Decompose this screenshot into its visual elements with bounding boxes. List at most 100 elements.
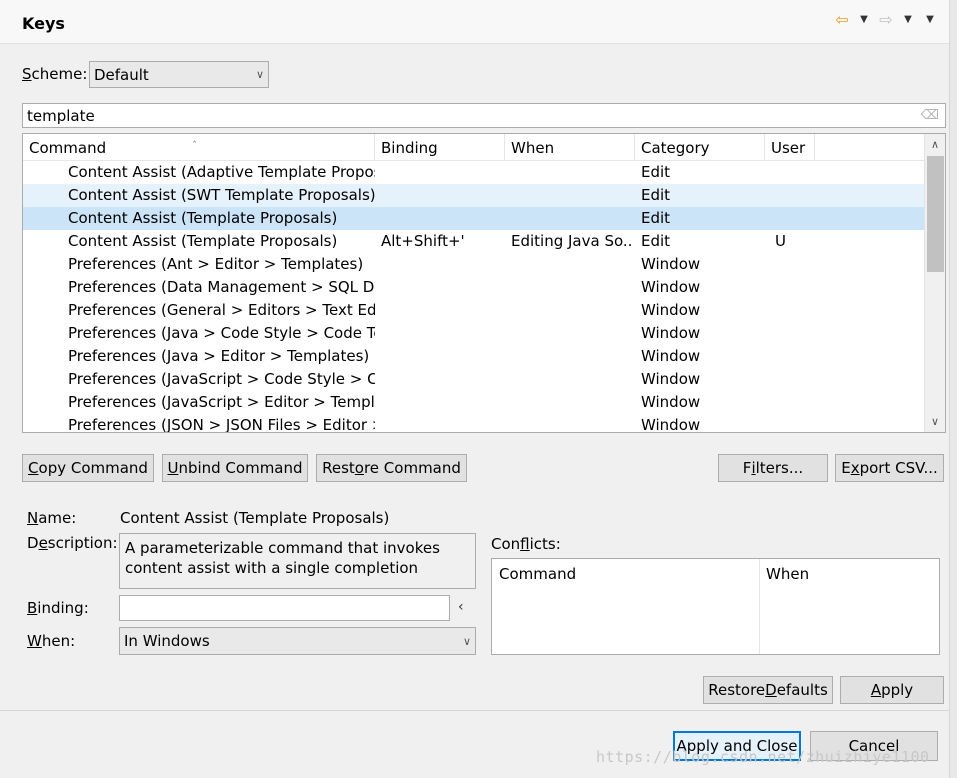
- cell-binding: [381, 299, 503, 322]
- cell-when: [511, 391, 633, 414]
- column-header-when[interactable]: When: [505, 134, 635, 161]
- sort-ascending-icon: ‸: [193, 133, 197, 143]
- cell-category: Edit: [641, 232, 671, 250]
- binding-label: Binding:: [27, 599, 89, 617]
- clear-filter-icon[interactable]: ⌫: [921, 108, 939, 123]
- forward-arrow-icon[interactable]: ⇨: [877, 10, 895, 29]
- table-vertical-scrollbar[interactable]: ∧ ∨: [924, 134, 945, 432]
- cell-user: [775, 345, 815, 368]
- cell-category: Window: [641, 278, 701, 296]
- restore-defaults-button[interactable]: Restore Defaults: [703, 676, 833, 704]
- cell-when: [511, 184, 633, 207]
- cell-when: [511, 345, 633, 368]
- cell-command: Preferences (Ant > Editor > Templates): [68, 255, 364, 273]
- cell-command: Content Assist (SWT Template Proposals): [68, 186, 375, 204]
- cell-command: Content Assist (Adaptive Template Propos…: [68, 163, 375, 181]
- cell-binding: [381, 345, 503, 368]
- cell-when: [511, 322, 633, 345]
- dialog-splitter[interactable]: [949, 0, 957, 778]
- column-header-binding[interactable]: Binding: [375, 134, 505, 161]
- back-history-chevron-down-icon[interactable]: ▼: [855, 14, 873, 25]
- column-header-command[interactable]: Command: [23, 134, 375, 161]
- cell-category: Edit: [641, 186, 671, 204]
- apply-button[interactable]: Apply: [840, 676, 944, 704]
- name-label: Name:: [27, 509, 77, 527]
- cell-category: Window: [641, 393, 701, 411]
- table-row[interactable]: Preferences (Java > Editor > Templates) W…: [23, 345, 925, 368]
- description-field: A parameterizable command that invokes c…: [119, 533, 476, 589]
- export-csv-button[interactable]: Ex port CSV...: [835, 454, 944, 482]
- cell-binding: [381, 161, 503, 184]
- scroll-down-chevron-icon[interactable]: ∨: [925, 415, 945, 428]
- cell-command: Preferences (Data Management > SQL Devel…: [68, 278, 375, 296]
- navigation-toolbar: ⇦ ▼ ⇨ ▼ ▼: [833, 10, 939, 29]
- cell-user: [775, 322, 815, 345]
- table-row[interactable]: Preferences (Ant > Editor > Templates) Wi…: [23, 253, 925, 276]
- table-row[interactable]: Content Assist (SWT Template Proposals) E…: [23, 184, 925, 207]
- column-header-user[interactable]: User: [765, 134, 815, 161]
- binding-input[interactable]: [119, 595, 450, 621]
- cell-binding: [381, 322, 503, 345]
- table-row[interactable]: Content Assist (Template Proposals) Alt+S…: [23, 230, 925, 253]
- cell-user: [775, 184, 815, 207]
- cell-binding: Alt+Shift+': [381, 232, 465, 250]
- filters-button[interactable]: Fi lters...: [718, 454, 828, 482]
- dialog-separator: [0, 710, 949, 711]
- scrollbar-thumb[interactable]: [927, 156, 944, 272]
- cell-category: Window: [641, 255, 701, 273]
- conflicts-column-command[interactable]: Command: [492, 559, 759, 589]
- cell-user: [775, 207, 815, 230]
- table-row[interactable]: Preferences (Java > Code Style > Code Te…: [23, 322, 925, 345]
- unbind-command-button[interactable]: Unbind Command: [162, 454, 308, 482]
- cell-user: [775, 276, 815, 299]
- cell-when: [511, 207, 633, 230]
- cell-category: Window: [641, 347, 701, 365]
- binding-menu-icon[interactable]: ‹: [458, 599, 464, 615]
- commands-table[interactable]: Command Binding When Category User ‸ Con…: [22, 133, 946, 433]
- scroll-up-chevron-icon[interactable]: ∧: [925, 138, 945, 151]
- cell-category: Window: [641, 301, 701, 319]
- restore-command-button[interactable]: Rest o re Command: [316, 454, 467, 482]
- description-label: Description:: [27, 534, 118, 552]
- cell-command: Preferences (General > Editors > Text Ed…: [68, 301, 375, 319]
- name-value: Content Assist (Template Proposals): [120, 509, 390, 527]
- cell-category: Window: [641, 324, 701, 342]
- chevron-down-icon: ∨: [462, 634, 471, 648]
- cell-category: Edit: [641, 209, 671, 227]
- cell-user: U: [775, 232, 786, 250]
- cell-user: [775, 391, 815, 414]
- cell-when: [511, 161, 633, 184]
- forward-history-chevron-down-icon[interactable]: ▼: [899, 14, 917, 25]
- cell-user: [775, 161, 815, 184]
- cell-when: [511, 276, 633, 299]
- table-row[interactable]: Preferences (JavaScript > Editor > Templ…: [23, 391, 925, 414]
- table-row[interactable]: Content Assist (Template Proposals) Edit: [23, 207, 925, 230]
- conflicts-table[interactable]: Command When: [491, 558, 940, 655]
- table-row[interactable]: Preferences (General > Editors > Text Ed…: [23, 299, 925, 322]
- cell-when: [511, 414, 633, 432]
- cell-command: Preferences (JavaScript > Editor > Templ…: [68, 393, 375, 411]
- copy-command-button[interactable]: Copy Command: [22, 454, 154, 482]
- table-row[interactable]: Preferences (JSON > JSON Files > Editor …: [23, 414, 925, 433]
- table-row[interactable]: Preferences (Data Management > SQL Devel…: [23, 276, 925, 299]
- cell-user: [775, 299, 815, 322]
- conflicts-column-when[interactable]: When: [759, 559, 939, 589]
- table-header: Command Binding When Category User ‸: [23, 134, 925, 161]
- cell-binding: [381, 368, 503, 391]
- cell-category: Window: [641, 370, 701, 388]
- filter-input[interactable]: template ⌫: [22, 103, 946, 128]
- column-header-category[interactable]: Category: [635, 134, 765, 161]
- table-row[interactable]: Content Assist (Adaptive Template Propos…: [23, 161, 925, 184]
- cell-binding: [381, 391, 503, 414]
- scheme-select[interactable]: Default ∨: [89, 61, 269, 88]
- cell-user: [775, 253, 815, 276]
- cell-command: Preferences (JSON > JSON Files > Editor …: [68, 416, 375, 433]
- view-menu-chevron-down-icon[interactable]: ▼: [921, 14, 939, 25]
- back-arrow-icon[interactable]: ⇦: [833, 10, 851, 29]
- table-row[interactable]: Preferences (JavaScript > Code Style > C…: [23, 368, 925, 391]
- chevron-down-icon: ∨: [255, 68, 264, 81]
- when-select[interactable]: In Windows ∨: [119, 627, 476, 655]
- cell-when: [511, 368, 633, 391]
- cell-user: [775, 368, 815, 391]
- cell-command: Preferences (Java > Code Style > Code Te…: [68, 324, 375, 342]
